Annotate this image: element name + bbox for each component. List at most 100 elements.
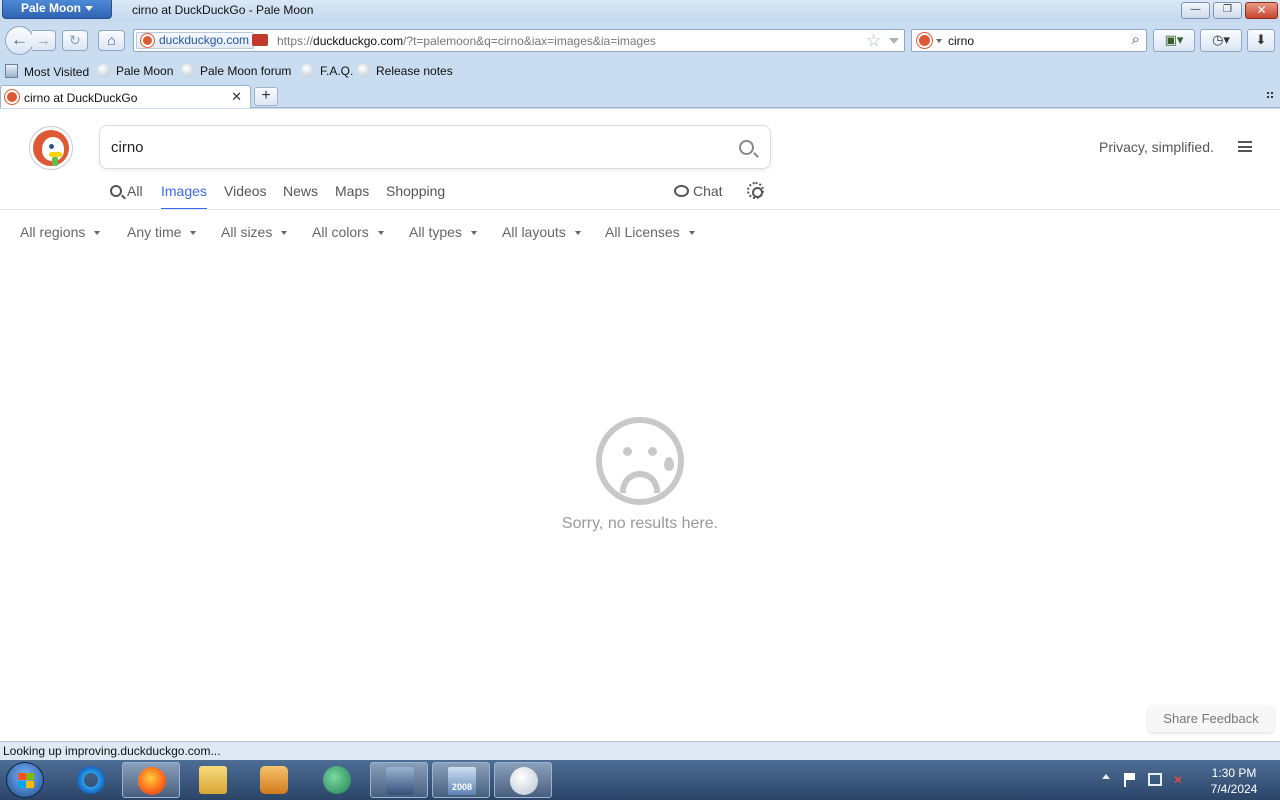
search-icon xyxy=(110,185,122,197)
hamburger-menu-icon[interactable] xyxy=(1238,141,1252,152)
duckduckgo-logo[interactable] xyxy=(30,127,72,169)
chevron-down-icon xyxy=(377,231,384,235)
tab-list-icon[interactable] xyxy=(1266,91,1275,100)
taskbar-internet-explorer[interactable] xyxy=(62,762,120,798)
restore-button[interactable]: ❐ xyxy=(1213,2,1242,19)
filter-label: All sizes xyxy=(221,224,273,240)
duck-eye-icon xyxy=(49,144,54,149)
share-feedback-button[interactable]: Share Feedback xyxy=(1148,706,1274,732)
clock-time: 1:30 PM xyxy=(1211,766,1257,780)
bookmark-star-icon[interactable]: ☆ xyxy=(866,31,881,51)
reload-button[interactable]: ↻ xyxy=(62,30,88,51)
taskbar-virtualbox[interactable] xyxy=(370,762,428,798)
search-input[interactable]: cirno xyxy=(99,125,771,169)
tab-strip: cirno at DuckDuckGo ✕ + xyxy=(0,84,1280,108)
header-divider xyxy=(0,209,1280,210)
filter-label: All layouts xyxy=(502,224,566,240)
filter-type[interactable]: All types xyxy=(409,224,477,240)
taskbar-green-app[interactable] xyxy=(308,762,366,798)
url-prefix: https:// xyxy=(277,34,314,48)
forward-button[interactable]: → xyxy=(32,30,56,51)
duckduckgo-favicon-icon xyxy=(141,34,154,47)
addons-button[interactable]: ▣▾ xyxy=(1153,29,1195,52)
network-icon[interactable] xyxy=(1148,773,1162,786)
filter-region[interactable]: All regions xyxy=(20,224,101,240)
bookmark-pale-moon[interactable]: Pale Moon xyxy=(97,64,173,78)
bookmark-most-visited[interactable]: Most Visited xyxy=(5,64,89,79)
folder-icon xyxy=(199,766,227,794)
filter-label: All Licenses xyxy=(605,224,680,240)
search-icon[interactable]: ⌕ xyxy=(1132,31,1140,48)
taskbar-file-explorer[interactable] xyxy=(184,762,242,798)
close-window-button[interactable]: ✕ xyxy=(1245,2,1278,19)
mixed-content-icon[interactable] xyxy=(252,34,268,46)
taskbar-sql-server[interactable]: 2008 xyxy=(432,762,490,798)
bookmark-release-notes[interactable]: Release notes xyxy=(357,64,453,78)
tab-images[interactable]: Images xyxy=(161,183,207,210)
filter-license[interactable]: All Licenses xyxy=(605,224,695,240)
history-button[interactable]: ◷▾ xyxy=(1200,29,1242,52)
folder-icon xyxy=(5,64,18,78)
downloads-button[interactable]: ⬇ xyxy=(1247,29,1275,52)
tear-drop-icon xyxy=(664,457,674,471)
system-tray: ✕ 1:30 PM 7/4/2024 xyxy=(1098,760,1280,800)
filter-time[interactable]: Any time xyxy=(127,224,197,240)
bookmark-label: F.A.Q. xyxy=(320,64,354,78)
app-menu-button[interactable]: Pale Moon xyxy=(2,0,112,19)
chevron-down-icon xyxy=(85,6,93,11)
privacy-tagline[interactable]: Privacy, simplified. xyxy=(1099,139,1214,155)
bookmark-label: Most Visited xyxy=(24,65,90,79)
sad-face-mouth xyxy=(620,471,660,493)
filter-layout[interactable]: All layouts xyxy=(502,224,581,240)
system-clock[interactable]: 1:30 PM 7/4/2024 xyxy=(1202,765,1266,797)
start-button[interactable] xyxy=(6,762,44,798)
url-history-dropdown-icon[interactable] xyxy=(889,38,899,44)
internet-explorer-icon xyxy=(77,766,105,794)
globe-icon xyxy=(181,64,194,77)
taskbar-media-player[interactable] xyxy=(245,762,303,798)
pale-moon-icon xyxy=(510,767,538,795)
volume-muted-icon[interactable]: ✕ xyxy=(1173,774,1187,787)
bookmark-faq[interactable]: F.A.Q. xyxy=(301,64,353,78)
clock-icon: ◷▾ xyxy=(1212,32,1230,47)
minimize-button[interactable]: — xyxy=(1181,2,1210,19)
show-hidden-icons-icon[interactable] xyxy=(1102,774,1110,779)
chat-button[interactable]: Chat xyxy=(674,183,723,199)
filter-label: All colors xyxy=(312,224,369,240)
windows-taskbar: 2008 ✕ 1:30 PM 7/4/2024 xyxy=(0,760,1280,800)
filter-color[interactable]: All colors xyxy=(312,224,384,240)
taskbar-pale-moon[interactable] xyxy=(494,762,552,798)
sad-face-eye xyxy=(648,447,657,456)
url-bar[interactable]: duckduckgo.com https://duckduckgo.com/?t… xyxy=(133,29,905,52)
action-center-flag-icon[interactable] xyxy=(1124,773,1136,787)
sad-face-icon xyxy=(596,417,684,505)
search-query[interactable]: cirno xyxy=(111,139,144,156)
back-button[interactable]: ← xyxy=(5,26,34,55)
home-button[interactable]: ⌂ xyxy=(98,30,125,51)
bookmarks-toolbar: Most Visited Pale Moon Pale Moon forum F… xyxy=(0,62,1280,82)
tab-all[interactable]: All xyxy=(110,183,143,210)
search-bar[interactable]: cirno ⌕ xyxy=(911,29,1147,52)
tab-news[interactable]: News xyxy=(283,183,318,210)
gear-icon[interactable] xyxy=(747,182,764,199)
arrow-left-icon: ← xyxy=(11,30,28,49)
search-icon[interactable] xyxy=(739,140,754,155)
chevron-down-icon[interactable] xyxy=(936,39,942,43)
tab-label: cirno at DuckDuckGo xyxy=(24,91,138,105)
taskbar-firefox[interactable] xyxy=(122,762,180,798)
site-identity-button[interactable]: duckduckgo.com xyxy=(136,32,255,49)
close-tab-icon[interactable]: ✕ xyxy=(231,89,242,105)
filter-label: Any time xyxy=(127,224,182,240)
bookmark-pale-moon-forum[interactable]: Pale Moon forum xyxy=(181,64,291,78)
filter-size[interactable]: All sizes xyxy=(221,224,288,240)
search-bar-input[interactable]: cirno xyxy=(948,34,974,48)
new-tab-button[interactable]: + xyxy=(254,87,278,106)
tab-videos[interactable]: Videos xyxy=(224,183,267,210)
tab-maps[interactable]: Maps xyxy=(335,183,369,210)
tab-cirno-duckduckgo[interactable]: cirno at DuckDuckGo ✕ xyxy=(0,85,251,108)
globe-icon xyxy=(97,64,110,77)
url-input[interactable]: https://duckduckgo.com/?t=palemoon&q=cir… xyxy=(277,34,656,48)
search-engine-icon[interactable] xyxy=(917,33,932,48)
tab-shopping[interactable]: Shopping xyxy=(386,183,445,210)
bookmark-label: Release notes xyxy=(376,64,453,78)
